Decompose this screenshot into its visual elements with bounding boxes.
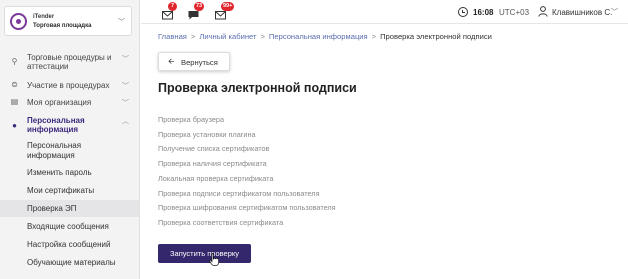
sidebar-item-organization[interactable]: ▤ Моя организация ﹀ [0,97,139,108]
notification-badge: 99+ [221,2,235,11]
award-icon: ⚲ [11,57,18,66]
chevron-down-icon: ﹀ [122,83,129,90]
messages-notification[interactable]: 7 [162,2,177,20]
envelope-icon [215,11,226,20]
handshake-icon: ⊜ [11,80,18,89]
check-item: Проверка установки плагина [158,130,256,139]
org-switcher[interactable]: iTender Торговая площадка ﹀ [4,6,132,36]
sidebar-subitem-notification-settings[interactable]: Настройка сообщений [0,236,139,253]
sidebar-item-label: Персональная информация [27,116,85,134]
breadcrumb-separator: > [190,32,196,41]
breadcrumb-current: Проверка электронной подписи [380,32,492,41]
sidebar-subitem-label: Проверка ЭП [27,204,77,213]
sidebar-item-procedures[interactable]: ⚲ Торговые процедуры и аттестации ﹀ [0,53,139,73]
check-item: Проверка соответствия сертификата [158,218,284,227]
breadcrumb-personal-info[interactable]: Персональная информация [269,32,368,41]
check-item: Проверка подписи сертификатом пользовате… [158,189,320,198]
sidebar-item-label: Участие в процедурах [27,81,110,90]
breadcrumb-separator: > [371,32,377,41]
sidebar-item-label: Торговые процедуры и аттестации [27,53,112,71]
breadcrumb-separator: > [260,32,265,41]
sidebar-subitem-learning[interactable]: Обучающие материалы [0,254,139,271]
itender-logo-icon [10,13,27,30]
timezone: UTC+03 [499,8,530,17]
check-item: Получение списка сертификатов [158,144,270,153]
sidebar-subitem-label: Мои сертификаты [27,186,95,195]
chevron-down-icon: ﹀ [118,19,125,26]
breadcrumb-cabinet[interactable]: Личный кабинет [199,32,256,41]
sidebar-subitem-label: Входящие сообщения [27,222,109,231]
run-check-button[interactable]: Запустить проверку [158,244,251,263]
sidebar-subitem-personal-info[interactable]: Персональная информация [0,140,139,162]
back-button-label: Вернуться [181,58,218,67]
building-icon: ▤ [10,97,19,106]
check-item: Проверка браузера [158,115,225,124]
sidebar-subitem-certificates[interactable]: Мои сертификаты [0,182,139,199]
chevron-down-icon[interactable]: ﹀ [611,7,618,17]
chat-icon [188,11,199,20]
clock-icon [458,7,468,17]
hand-cursor-icon [209,253,219,266]
mail-notification[interactable]: 99+ [215,2,235,20]
check-item: Проверка шифрования сертификатом пользов… [158,203,336,212]
check-item: Проверка наличия сертификата [158,159,267,168]
chat-notification[interactable]: 73 [188,2,205,20]
chevron-down-icon: ﹀ [122,100,129,107]
user-menu[interactable]: Клавишников С. [552,8,612,17]
breadcrumb: Главная > Личный кабинет > Персональная инфо… [158,32,492,41]
brand-name: iTender [33,14,55,20]
notification-badge: 73 [194,2,205,11]
sidebar-item-personal[interactable]: ● Персональная информация ︿ [0,116,139,136]
sidebar-subitem-signature-check[interactable]: Проверка ЭП [0,200,139,217]
breadcrumb-home[interactable]: Главная [158,32,187,41]
page-title: Проверка электронной подписи [158,81,357,95]
brand-subtitle: Торговая площадка [33,23,92,29]
sidebar-subitem-change-password[interactable]: Изменить пароль [0,164,139,181]
sidebar: iTender Торговая площадка ﹀ ⚲ Торговые п… [0,0,140,279]
envelope-icon [162,11,173,20]
sidebar-subitem-label: Изменить пароль [27,168,92,177]
sidebar-item-label: Моя организация [27,98,92,107]
back-button[interactable]: 🡨 Вернуться [158,52,230,71]
chevron-down-icon: ﹀ [122,56,129,63]
notification-badge: 7 [168,2,177,11]
check-item: Локальная проверка сертификата [158,174,274,183]
current-time: 16:08 [473,8,494,17]
sidebar-subitem-label: Обучающие материалы [27,258,116,267]
sidebar-item-participation[interactable]: ⊜ Участие в процедурах ﹀ [0,80,139,91]
chevron-up-icon: ︿ [122,118,129,125]
top-bar: 7 73 99+ 16:08 UTC+03 Клавишников С. ﹀ [141,0,628,24]
person-icon: ● [12,121,17,130]
sidebar-subitem-label: Настройка сообщений [27,240,111,249]
user-icon [538,6,548,17]
sidebar-subitem-label: Персональная информация [27,141,82,160]
arrow-left-icon: 🡨 [168,57,175,66]
sidebar-subitem-inbox[interactable]: Входящие сообщения [0,218,139,235]
